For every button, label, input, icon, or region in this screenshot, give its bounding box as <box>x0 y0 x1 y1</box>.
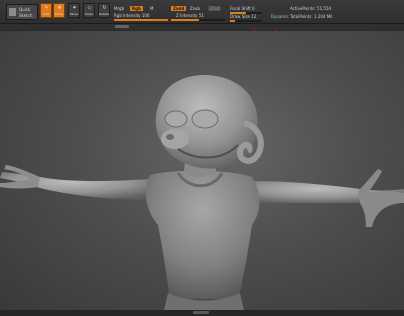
dynamic-toggle[interactable]: Dynamic <box>271 14 289 19</box>
canvas-viewport[interactable] <box>0 31 404 310</box>
rotate-label: Rotate <box>99 12 109 16</box>
torso-shirt <box>145 170 260 299</box>
z-intensity-slider[interactable] <box>171 19 225 21</box>
focal-shift-text: Focal Shift <box>230 6 251 11</box>
rgb-intensity-fill <box>114 19 168 21</box>
m-toggle[interactable]: M <box>150 6 153 11</box>
quick-sketch-button[interactable]: Quick Sketch <box>6 4 38 20</box>
draw-size-label[interactable]: Draw Size 12 <box>230 14 256 19</box>
move-icon: ✦ <box>72 5 77 11</box>
scale-button[interactable]: ◇ Scale <box>83 3 95 18</box>
scale-icon: ◇ <box>87 5 92 11</box>
move-label: Move <box>69 12 79 16</box>
nose <box>166 134 174 140</box>
z-intensity-label[interactable]: Z Intensity 51 <box>176 13 204 18</box>
edit-button[interactable]: ✎ Edit <box>40 3 52 18</box>
draw-label: Draw <box>55 12 63 16</box>
rgb-intensity-slider[interactable] <box>114 19 168 21</box>
zsub-toggle[interactable]: Zsub <box>190 6 200 11</box>
right-hand <box>358 169 404 227</box>
scale-label: Scale <box>84 12 94 16</box>
rgb-intensity-value: 100 <box>141 13 150 18</box>
right-eye <box>191 109 219 129</box>
draw-icon: ✥ <box>57 5 62 11</box>
z-intensity-value: 51 <box>198 13 204 18</box>
quick-sketch-label-line1: Quick <box>19 7 31 12</box>
move-button[interactable]: ✦ Move <box>68 3 80 18</box>
rgb-intensity-text: Rgb Intensity <box>114 13 141 18</box>
draw-size-slider[interactable] <box>230 20 262 22</box>
rotate-button[interactable]: ↻ Rotate <box>98 3 110 18</box>
focal-shift-label[interactable]: Focal Shift 0 <box>230 6 255 11</box>
bottom-tray <box>0 310 404 316</box>
quick-sketch-label-line2: Sketch <box>19 13 33 18</box>
top-tray-handle[interactable] <box>115 25 129 28</box>
zcut-toggle[interactable]: Zcut <box>208 6 222 11</box>
rgb-toggle[interactable]: Rgb <box>130 6 143 11</box>
total-points-value: 1.204 Mil <box>314 14 333 19</box>
z-intensity-text: Z Intensity <box>176 13 198 18</box>
active-points-readout: ActivePoints: 51,554 <box>290 6 331 11</box>
active-points-text: ActivePoints: <box>290 6 316 11</box>
draw-size-value: 12 <box>251 14 257 19</box>
edit-label: Edit <box>43 12 49 16</box>
draw-size-fill <box>230 20 235 22</box>
sketch-icon <box>9 8 16 16</box>
z-intensity-fill <box>171 19 199 21</box>
bottom-tray-handle[interactable] <box>193 311 209 314</box>
top-toolbar: Quick Sketch ✎ Edit ✥ Draw ✦ Move ◇ Scal… <box>0 0 404 24</box>
draw-size-text: Draw Size <box>230 14 250 19</box>
total-points-text: TotalPoints: <box>290 14 313 19</box>
zadd-toggle[interactable]: Zadd <box>171 6 187 11</box>
active-points-value: 51,554 <box>317 6 332 11</box>
edit-icon: ✎ <box>44 5 49 11</box>
mrgb-toggle[interactable]: Mrgb <box>114 6 124 11</box>
rotate-icon: ↻ <box>102 5 107 11</box>
total-points-readout: TotalPoints: 1.204 Mil <box>290 14 332 19</box>
focal-shift-value: 0 <box>252 6 255 11</box>
rgb-intensity-label[interactable]: Rgb Intensity 100 <box>114 13 149 18</box>
subtool-bar <box>0 24 404 30</box>
character-model <box>0 75 404 310</box>
left-eye <box>164 110 188 128</box>
draw-button[interactable]: ✥ Draw <box>53 3 65 18</box>
snout <box>161 129 189 149</box>
